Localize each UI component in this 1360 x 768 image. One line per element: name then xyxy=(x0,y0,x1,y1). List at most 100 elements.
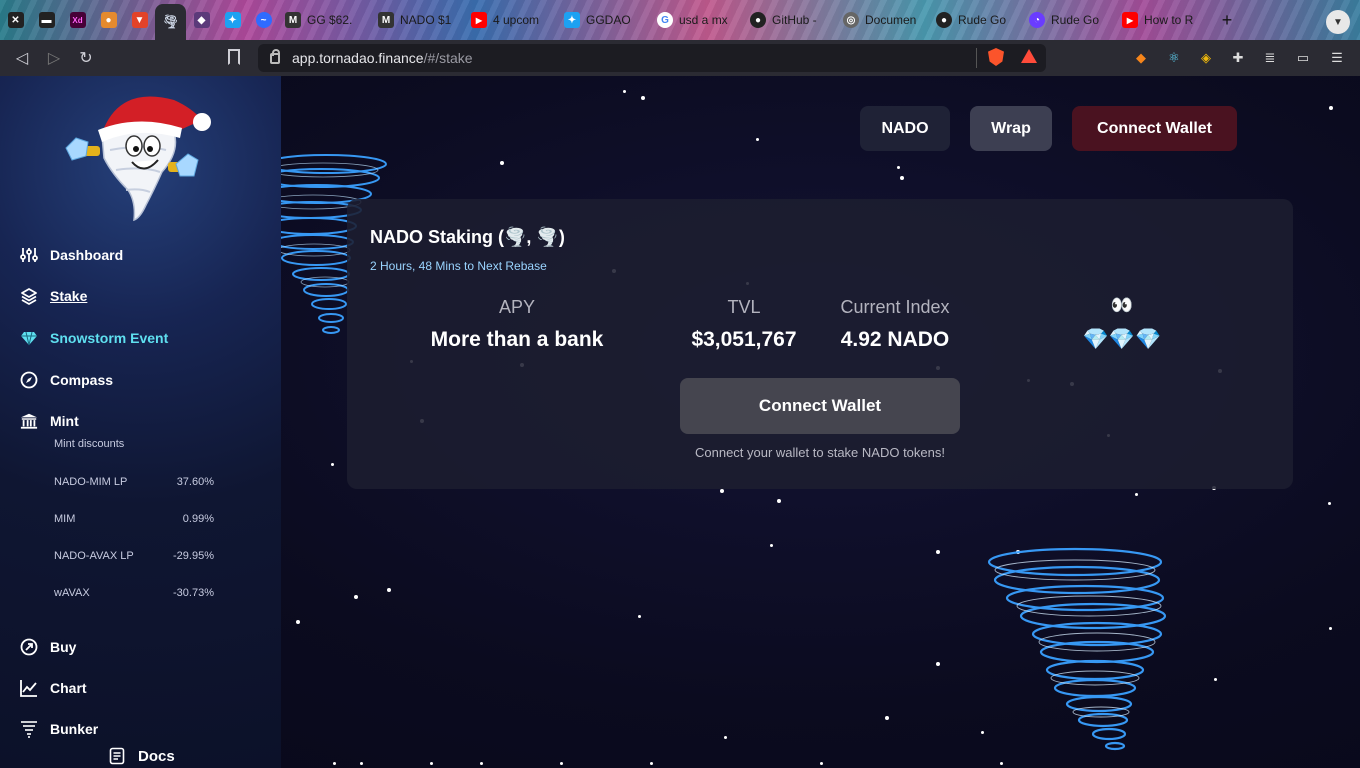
sidebar-item-compass[interactable]: Compass xyxy=(20,371,113,389)
bookmark-icon[interactable] xyxy=(228,49,240,65)
connect-wallet-note: Connect your wallet to stake NADO tokens… xyxy=(694,445,945,460)
lock-icon xyxy=(270,48,280,64)
binance-wallet-icon[interactable]: ◈ xyxy=(1197,49,1215,67)
rude-icon: ◔ xyxy=(1029,12,1045,28)
tab-label: Rude Go xyxy=(958,13,1007,27)
new-tab-button[interactable]: + xyxy=(1216,9,1238,31)
extensions-puzzle-icon[interactable]: ✚ xyxy=(1229,49,1247,67)
discount-value: -29.95% xyxy=(173,550,214,562)
tvl-value: $3,051,767 xyxy=(691,328,797,351)
star xyxy=(500,161,504,165)
star xyxy=(296,620,300,624)
chart-line-icon xyxy=(20,679,38,697)
sidebar-item-label: Compass xyxy=(50,372,114,388)
notion-icon: ✕ xyxy=(7,12,24,28)
star xyxy=(1214,678,1217,681)
sidebar-item-snowstorm-event[interactable]: Snowstorm Event xyxy=(20,329,168,347)
sidebar-item-chart[interactable]: Chart xyxy=(20,679,87,697)
sidebar-item-bunker[interactable]: Bunker xyxy=(20,720,98,738)
discount-row-wavax[interactable]: wAVAX -30.73% xyxy=(54,587,214,599)
google-icon: G xyxy=(657,12,673,28)
tornado-graphic-right xyxy=(987,547,1167,751)
mascot-logo[interactable] xyxy=(62,80,212,224)
sidebar-item-dashboard[interactable]: Dashboard xyxy=(20,246,123,264)
staking-title: NADO Staking (🌪️, 🌪️) xyxy=(370,227,565,247)
star xyxy=(1329,106,1333,110)
discount-row-mim[interactable]: MIM 0.99% xyxy=(54,513,214,525)
tab-4[interactable]: ▼ xyxy=(124,4,155,36)
metamask-icon[interactable]: ◆ xyxy=(1132,49,1150,67)
tab-3[interactable]: ● xyxy=(93,4,124,36)
rebase-countdown: 2 Hours, 48 Mins to Next Rebase xyxy=(370,259,547,273)
reload-icon[interactable]: ↻ xyxy=(70,42,102,74)
sidebar-item-docs[interactable]: Docs xyxy=(108,747,175,765)
tab-14[interactable]: ● GitHub - xyxy=(744,4,837,36)
discount-row-nado-avax-lp[interactable]: NADO-AVAX LP -29.95% xyxy=(54,550,214,562)
nado-icon: M xyxy=(378,12,394,28)
tab-2[interactable]: Xd xyxy=(62,4,93,36)
current-index-value: 4.92 NADO xyxy=(840,328,950,351)
tab-18[interactable]: ▶ How to R xyxy=(1116,4,1212,36)
tab-0[interactable]: ✕ xyxy=(0,4,31,36)
star xyxy=(1000,762,1003,765)
tab-16[interactable]: ● Rude Go xyxy=(930,4,1023,36)
eyes-emoji-label: 👀 xyxy=(1110,295,1134,315)
sidebar-item-stake[interactable]: Stake xyxy=(20,287,87,305)
wrap-button[interactable]: Wrap xyxy=(970,106,1052,151)
diamond-icon xyxy=(20,329,38,347)
star xyxy=(641,96,645,100)
tab-1[interactable]: ▬ xyxy=(31,4,62,36)
sidebar-item-label: Docs xyxy=(138,747,175,765)
discount-row-nado-mim-lp[interactable]: NADO-MIM LP 37.60% xyxy=(54,476,214,488)
header-connect-wallet-button[interactable]: Connect Wallet xyxy=(1072,106,1237,151)
sidebar-item-label: Dashboard xyxy=(50,247,124,263)
star xyxy=(820,762,823,765)
url-path: /#/stake xyxy=(423,50,473,66)
arrow-up-right-icon xyxy=(20,638,38,656)
react-devtools-icon[interactable]: ⚛ xyxy=(1165,49,1183,67)
back-icon[interactable]: ◁ xyxy=(6,42,38,74)
sidebar-item-buy[interactable]: Buy xyxy=(20,638,76,656)
media-controls-icon[interactable]: ≣ xyxy=(1261,49,1279,67)
rude-icon: ● xyxy=(936,12,952,28)
tab-5-active[interactable]: 🌪 xyxy=(155,4,186,40)
tab-label: GGDAO xyxy=(586,13,631,27)
tab-10[interactable]: M NADO $1 xyxy=(372,4,465,36)
tab-8[interactable]: ~ xyxy=(248,4,279,36)
brave-rewards-icon[interactable] xyxy=(1021,49,1037,63)
tornado-small-icon xyxy=(20,720,38,738)
sidebar-item-label: Chart xyxy=(50,680,87,696)
twitter-icon: ✦ xyxy=(224,12,241,28)
tab-13[interactable]: Gusd a mx xyxy=(651,4,744,36)
wallet-icon[interactable]: ▭ xyxy=(1294,49,1312,67)
address-bar[interactable]: app.tornadao.finance/#/stake xyxy=(258,44,1046,72)
star xyxy=(936,662,940,666)
apy-label: APY xyxy=(498,297,536,317)
tab-6[interactable]: ◆ xyxy=(186,4,217,36)
star xyxy=(756,138,759,141)
tab-7[interactable]: ✦ xyxy=(217,4,248,36)
menu-icon[interactable]: ☰ xyxy=(1328,49,1346,67)
tab-15[interactable]: ◎ Documen xyxy=(837,4,930,36)
globe-icon: ◎ xyxy=(843,12,859,28)
tab-11[interactable]: ▶ 4 upcom xyxy=(465,4,558,36)
discount-value: 0.99% xyxy=(182,513,214,525)
messenger-icon: ~ xyxy=(255,12,272,28)
connect-wallet-button[interactable]: Connect Wallet xyxy=(680,378,960,434)
terminal-icon: ▬ xyxy=(38,12,55,28)
nado-button[interactable]: NADO xyxy=(860,106,950,151)
tab-17[interactable]: ◔ Rude Go xyxy=(1023,4,1116,36)
forward-icon[interactable]: ▷ xyxy=(38,42,70,74)
star xyxy=(885,716,889,720)
sidebar-item-mint[interactable]: Mint xyxy=(20,412,79,430)
star xyxy=(638,615,641,618)
tab-12[interactable]: ✦ GGDAO xyxy=(558,4,651,36)
star xyxy=(387,588,391,592)
tab-label: NADO $1 xyxy=(400,13,452,27)
tab-9[interactable]: M GG $62. xyxy=(279,4,372,36)
tab-label: GitHub - xyxy=(772,13,817,27)
tab-search-icon[interactable]: ▼ xyxy=(1326,10,1350,34)
star xyxy=(724,736,727,739)
discount-value: 37.60% xyxy=(176,476,214,488)
star xyxy=(331,463,334,466)
